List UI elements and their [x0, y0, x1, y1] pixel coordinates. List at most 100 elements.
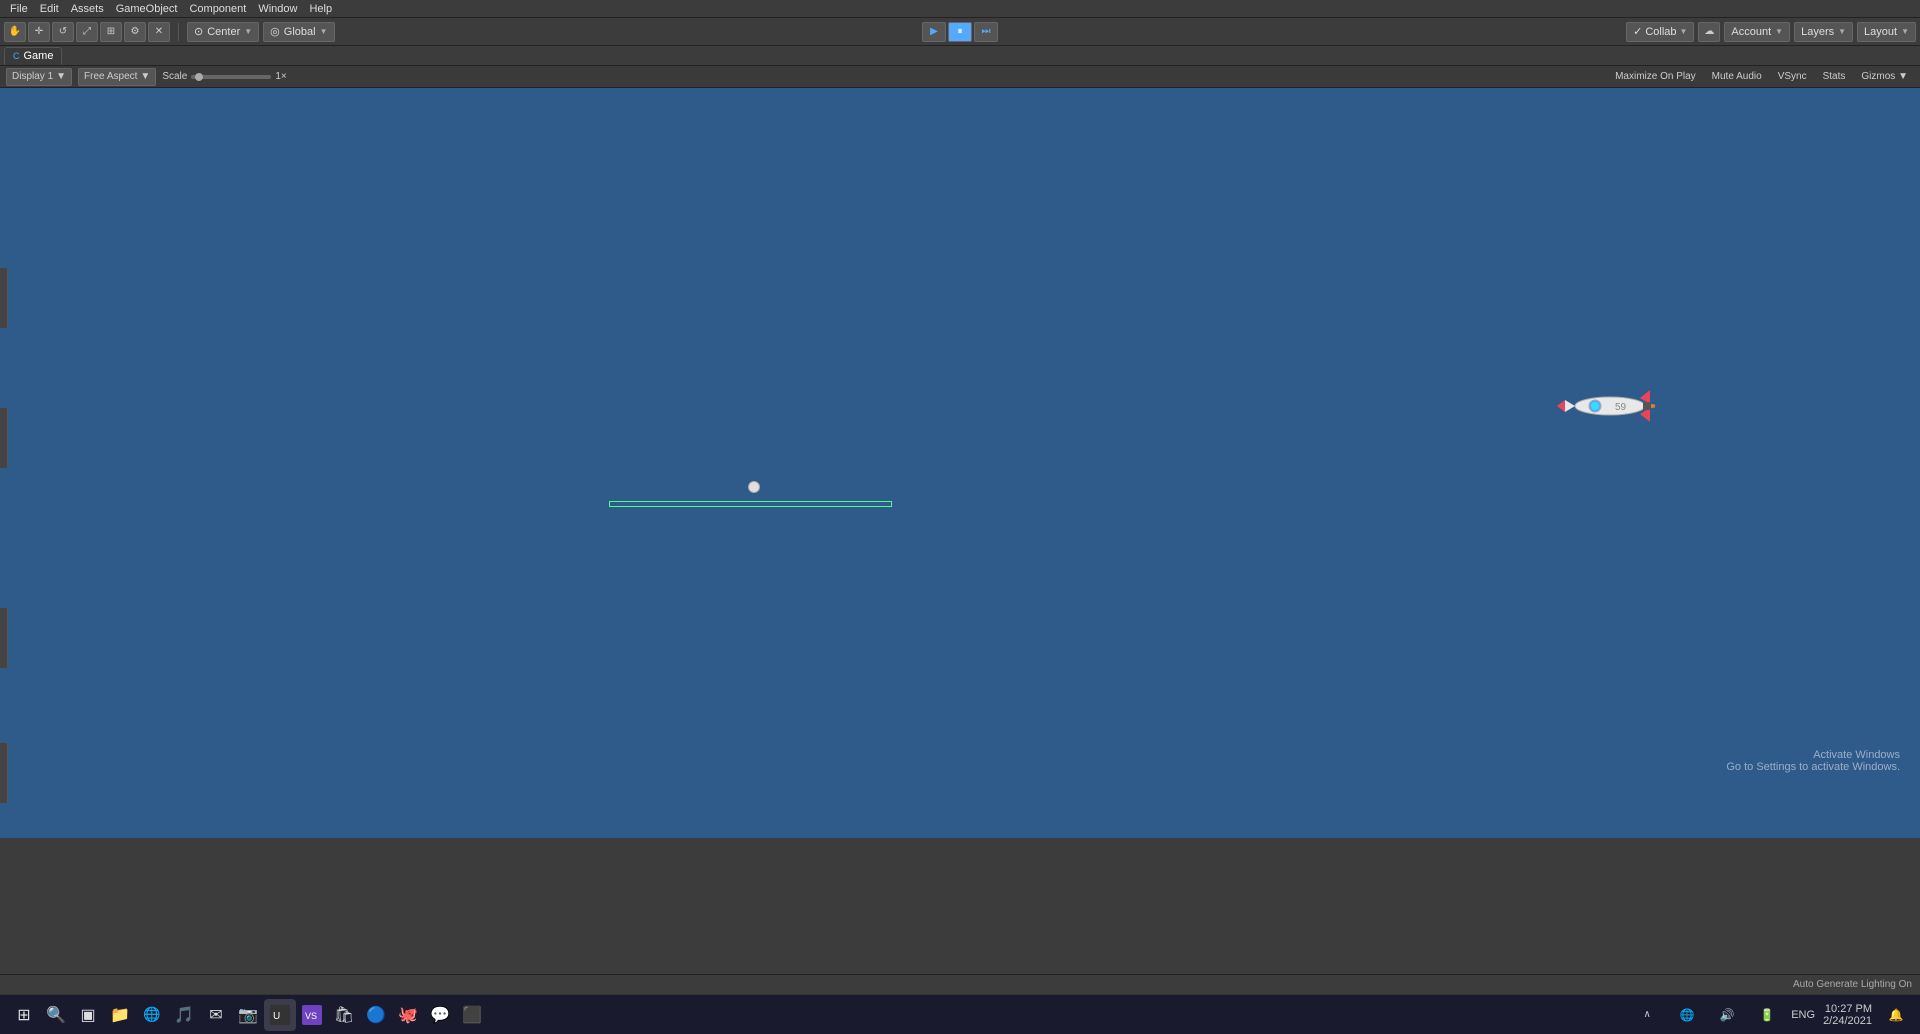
- pivot-global-btn[interactable]: ◎ Global ▼: [263, 22, 334, 42]
- left-panel-indicator-1[interactable]: [0, 268, 8, 328]
- menu-edit[interactable]: Edit: [34, 2, 65, 16]
- layout-arrow: ▼: [1901, 27, 1909, 36]
- pivot-center-arrow: ▼: [244, 27, 252, 36]
- aspect-arrow: ▼: [140, 71, 150, 82]
- scale-slider[interactable]: [191, 75, 271, 79]
- svg-text:U: U: [273, 1011, 280, 1022]
- scale-slider-thumb: [195, 73, 203, 81]
- taskbar-overflow[interactable]: ∧: [1631, 999, 1663, 1031]
- display-dropdown[interactable]: Display 1 ▼: [6, 68, 72, 86]
- menu-gameobject[interactable]: GameObject: [110, 2, 184, 16]
- chrome-button[interactable]: 🔵: [360, 999, 392, 1031]
- taskbar-right: ∧ 🌐 🔊 🔋 ENG 10:27 PM 2/24/2021 🔔: [1631, 999, 1912, 1031]
- layers-arrow: ▼: [1838, 27, 1846, 36]
- account-button[interactable]: Account ▼: [1724, 22, 1790, 42]
- language-label: ENG: [1791, 1009, 1815, 1021]
- display-label: Display 1: [12, 71, 53, 82]
- left-panel-indicator-2[interactable]: [0, 408, 8, 468]
- store-button[interactable]: 🛍: [328, 999, 360, 1031]
- tab-bar: C Game: [0, 46, 1920, 66]
- menu-assets[interactable]: Assets: [65, 2, 110, 16]
- separator-1: [178, 23, 179, 41]
- game-tab-icon: C: [13, 51, 20, 61]
- hand-tool[interactable]: ✋: [4, 22, 26, 42]
- gizmos-btn[interactable]: Gizmos ▼: [1855, 68, 1914, 86]
- scale-area: Scale 1×: [162, 71, 286, 82]
- edge-button[interactable]: 🌐: [136, 999, 168, 1031]
- move-tool[interactable]: ✛: [28, 22, 50, 42]
- explorer-button[interactable]: 📁: [104, 999, 136, 1031]
- volume-icon[interactable]: 🔊: [1711, 999, 1743, 1031]
- terminal-button[interactable]: ⬛: [456, 999, 488, 1031]
- stats-btn[interactable]: Stats: [1817, 68, 1852, 86]
- toolbar: ✋ ✛ ↺ ⤢ ⊞ ⚙ ✕ ⊙ Center ▼ ◎ Global ▼ ▶ ⏸ …: [0, 18, 1920, 46]
- layout-label: Layout: [1864, 26, 1897, 38]
- rotate-tool[interactable]: ↺: [52, 22, 74, 42]
- menu-file[interactable]: File: [4, 2, 34, 16]
- menu-help[interactable]: Help: [303, 2, 338, 16]
- rocket-object: 59: [1555, 386, 1655, 426]
- maximize-on-play-btn[interactable]: Maximize On Play: [1609, 68, 1702, 86]
- play-controls: ▶ ⏸ ⏭: [922, 22, 998, 42]
- collab-arrow: ▼: [1680, 27, 1688, 36]
- platform-bar: [609, 501, 892, 507]
- start-button[interactable]: ⊞: [8, 999, 40, 1031]
- play-button[interactable]: ▶: [922, 22, 946, 42]
- cloud-button[interactable]: ☁: [1698, 22, 1720, 42]
- pivot-center-label: Center: [207, 26, 240, 38]
- transform-tools: ✋ ✛ ↺ ⤢ ⊞ ⚙ ✕: [4, 22, 170, 42]
- taskbar: ⊞ 🔍 ▣ 📁 🌐 🎵 ✉ 📷 U VS 🛍 🔵 🐙 💬 ⬛ ∧ 🌐 🔊 🔋 E…: [0, 994, 1920, 1034]
- vs-button[interactable]: VS: [296, 999, 328, 1031]
- vsync-btn[interactable]: VSync: [1772, 68, 1813, 86]
- pivot-global-icon: ◎: [270, 25, 280, 38]
- task-view-button[interactable]: ▣: [72, 999, 104, 1031]
- mail-button[interactable]: ✉: [200, 999, 232, 1031]
- battery-icon[interactable]: 🔋: [1751, 999, 1783, 1031]
- player-ball: [748, 481, 760, 493]
- right-toolbar: ✓ Collab ▼ ☁ Account ▼ Layers ▼ Layout ▼: [1626, 22, 1916, 42]
- game-tab[interactable]: C Game: [4, 47, 62, 65]
- custom-tool[interactable]: ✕: [148, 22, 170, 42]
- rect-tool[interactable]: ⊞: [100, 22, 122, 42]
- discord-button[interactable]: 💬: [424, 999, 456, 1031]
- gizmos-label: Gizmos: [1861, 71, 1895, 82]
- pivot-global-label: Global: [284, 26, 316, 38]
- menu-component[interactable]: Component: [183, 2, 252, 16]
- photos-button[interactable]: 📷: [232, 999, 264, 1031]
- notification-button[interactable]: 🔔: [1880, 999, 1912, 1031]
- collab-button[interactable]: ✓ Collab ▼: [1626, 22, 1694, 42]
- game-toolbar: Display 1 ▼ Free Aspect ▼ Scale 1× Maxim…: [0, 66, 1920, 88]
- auto-generate-label: Auto Generate Lighting On: [1793, 979, 1912, 990]
- scale-tool[interactable]: ⤢: [76, 22, 98, 42]
- github-button[interactable]: 🐙: [392, 999, 424, 1031]
- step-button[interactable]: ⏭: [974, 22, 998, 42]
- collab-label: Collab: [1645, 26, 1676, 38]
- mute-audio-btn[interactable]: Mute Audio: [1706, 68, 1768, 86]
- transform-tool[interactable]: ⚙: [124, 22, 146, 42]
- pivot-center-btn[interactable]: ⊙ Center ▼: [187, 22, 259, 42]
- layers-label: Layers: [1801, 26, 1834, 38]
- left-panel-indicator-4[interactable]: [0, 743, 8, 803]
- scale-text: Scale: [162, 71, 187, 82]
- unity-button[interactable]: U: [264, 999, 296, 1031]
- network-icon[interactable]: 🌐: [1671, 999, 1703, 1031]
- display-arrow: ▼: [56, 71, 66, 82]
- spotify-button[interactable]: 🎵: [168, 999, 200, 1031]
- left-panel-indicator-3[interactable]: [0, 608, 8, 668]
- account-label: Account: [1731, 26, 1771, 38]
- collab-check-icon: ✓: [1633, 25, 1642, 38]
- clock[interactable]: 10:27 PM 2/24/2021: [1823, 1003, 1872, 1027]
- activate-line1: Activate Windows: [1726, 749, 1900, 761]
- menu-window[interactable]: Window: [252, 2, 303, 16]
- layers-button[interactable]: Layers ▼: [1794, 22, 1853, 42]
- search-button[interactable]: 🔍: [40, 999, 72, 1031]
- account-arrow: ▼: [1775, 27, 1783, 36]
- layout-button[interactable]: Layout ▼: [1857, 22, 1916, 42]
- status-right: Auto Generate Lighting On: [1793, 979, 1912, 990]
- aspect-dropdown[interactable]: Free Aspect ▼: [78, 68, 156, 86]
- aspect-label: Free Aspect: [84, 71, 137, 82]
- svg-text:VS: VS: [305, 1011, 317, 1021]
- right-game-tools: Maximize On Play Mute Audio VSync Stats …: [1609, 68, 1914, 86]
- game-view: 59 Activate Windows Go to Settings to ac…: [0, 88, 1920, 838]
- pause-button[interactable]: ⏸: [948, 22, 972, 42]
